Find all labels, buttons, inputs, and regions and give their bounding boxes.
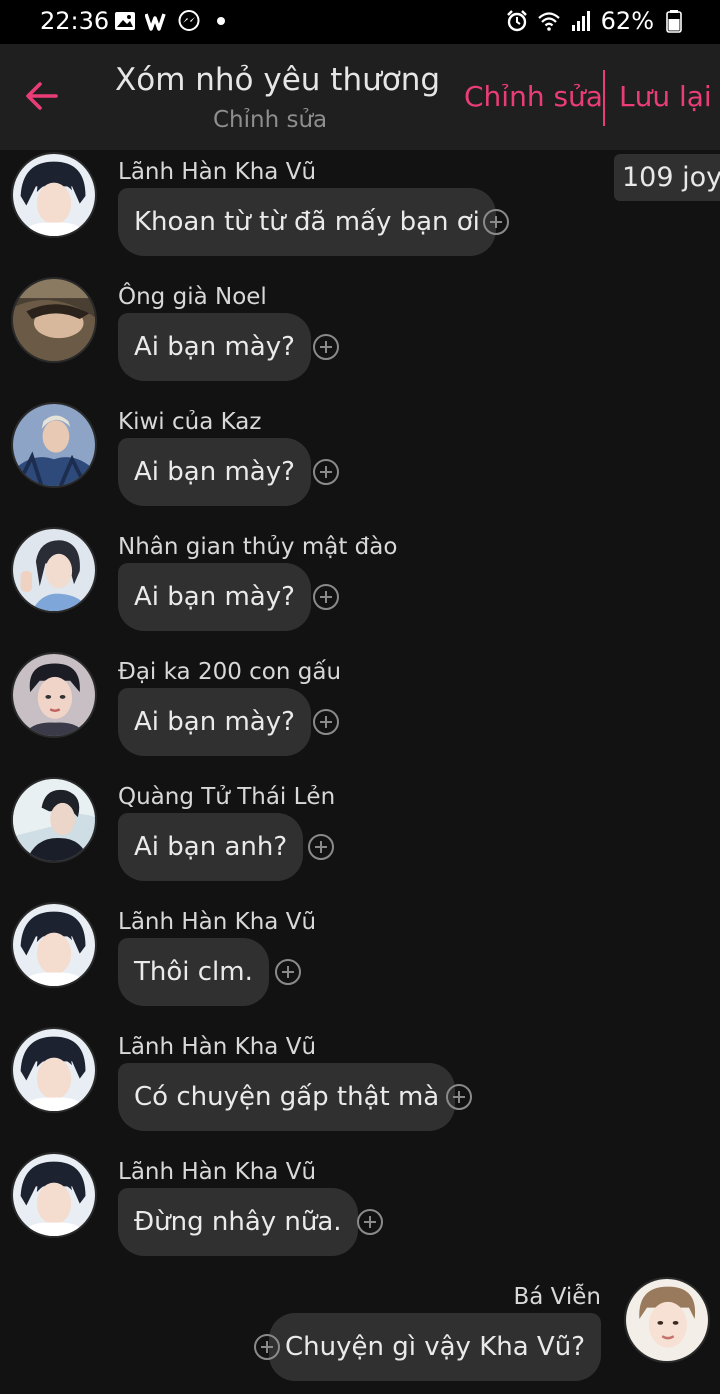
sender-name: Đại ka 200 con gấu (118, 659, 342, 685)
add-reaction-icon[interactable] (313, 334, 339, 360)
status-time: 22:36 (40, 7, 110, 35)
message-bubble[interactable]: Đừng nhây nữa. (118, 1188, 358, 1256)
battery-percent: 62% (600, 7, 654, 35)
sender-name: Ông già Noel (118, 284, 267, 310)
messenger-icon (177, 9, 201, 33)
add-reaction-icon[interactable] (357, 1209, 383, 1235)
avatar-icon[interactable] (11, 402, 97, 488)
sender-name: Lãnh Hàn Kha Vũ (118, 159, 317, 185)
sender-name: Lãnh Hàn Kha Vũ (118, 1159, 317, 1185)
chat-header: Xóm nhỏ yêu thương Chỉnh sửa Chỉnh sửa L… (0, 44, 720, 150)
avatar-icon[interactable] (11, 777, 97, 863)
message-list[interactable]: 109 joy Lãnh Hàn Kha Vũ Khoan từ từ đã m… (0, 150, 720, 1394)
sender-name: Nhân gian thủy mật đào (118, 534, 398, 560)
dot-icon (209, 9, 233, 33)
message-row: Ông già Noel Ai bạn mày? (0, 275, 720, 400)
sender-name: Kiwi của Kaz (118, 409, 262, 435)
add-reaction-icon[interactable] (254, 1334, 280, 1360)
save-button[interactable]: Lưu lại (619, 80, 712, 113)
message-bubble[interactable]: Ai bạn anh? (118, 813, 304, 881)
message-row: Kiwi của Kaz Ai bạn mày? (0, 400, 720, 525)
message-row: Quàng Tử Thái Lẻn Ai bạn anh? (0, 775, 720, 900)
alarm-icon (505, 9, 529, 33)
message-row: Lãnh Hàn Kha Vũ Khoan từ từ đã mấy bạn ơ… (0, 150, 720, 275)
message-bubble[interactable]: Chuyện gì vậy Kha Vũ? (269, 1313, 601, 1381)
sender-name: Quàng Tử Thái Lẻn (118, 784, 336, 810)
wifi-icon (537, 9, 561, 33)
sender-name: Lãnh Hàn Kha Vũ (118, 1034, 317, 1060)
message-row: Nhân gian thủy mật đào Ai bạn mày? (0, 525, 720, 650)
message-row: Lãnh Hàn Kha Vũ Thôi clm. (0, 900, 720, 1025)
message-row: Lãnh Hàn Kha Vũ Có chuyện gấp thật mà (0, 1025, 720, 1150)
message-bubble[interactable]: Khoan từ từ đã mấy bạn ơi (118, 188, 496, 256)
avatar-icon[interactable] (624, 1277, 710, 1363)
avatar-icon[interactable] (11, 1027, 97, 1113)
avatar-icon[interactable] (11, 152, 97, 238)
avatar-icon[interactable] (11, 1152, 97, 1238)
page-subtitle: Chỉnh sửa (213, 107, 328, 133)
add-reaction-icon[interactable] (275, 959, 301, 985)
message-bubble[interactable]: Thôi clm. (118, 938, 269, 1006)
message-bubble[interactable]: Ai bạn mày? (118, 688, 311, 756)
system-icons: 62% (505, 7, 686, 35)
add-reaction-icon[interactable] (308, 834, 334, 860)
add-reaction-icon[interactable] (446, 1084, 472, 1110)
header-divider (603, 70, 605, 126)
status-bar: 22:36 62% (0, 0, 720, 44)
notification-icons (113, 9, 233, 33)
arrow-left-icon (26, 82, 58, 110)
message-row: Lãnh Hàn Kha Vũ Đừng nhây nữa. (0, 1150, 720, 1275)
signal-icon (569, 9, 593, 33)
add-reaction-icon[interactable] (313, 459, 339, 485)
page-title: Xóm nhỏ yêu thương (115, 62, 441, 98)
message-bubble[interactable]: Ai bạn mày? (118, 313, 311, 381)
battery-icon (662, 9, 686, 33)
chat-screen: 22:36 62% Xóm nhỏ yêu thương Chỉnh sửa C… (0, 0, 720, 1394)
message-bubble[interactable]: Ai bạn mày? (118, 438, 311, 506)
add-reaction-icon[interactable] (313, 584, 339, 610)
avatar-icon[interactable] (11, 902, 97, 988)
message-bubble[interactable]: Ai bạn mày? (118, 563, 311, 631)
avatar-icon[interactable] (11, 277, 97, 363)
message-row: Bá Viễn Chuyện gì vậy Kha Vũ? (0, 1275, 720, 1394)
edit-button[interactable]: Chỉnh sửa (464, 80, 603, 113)
message-bubble[interactable]: Có chuyện gấp thật mà (118, 1063, 456, 1131)
sender-name: Lãnh Hàn Kha Vũ (118, 909, 317, 935)
avatar-icon[interactable] (11, 527, 97, 613)
sender-name: Bá Viễn (513, 1284, 601, 1310)
add-reaction-icon[interactable] (313, 709, 339, 735)
message-row: Đại ka 200 con gấu Ai bạn mày? (0, 650, 720, 775)
add-reaction-icon[interactable] (483, 209, 509, 235)
back-button[interactable] (20, 74, 64, 118)
image-icon (113, 9, 137, 33)
avatar-icon[interactable] (11, 652, 97, 738)
w-app-icon (145, 9, 169, 33)
